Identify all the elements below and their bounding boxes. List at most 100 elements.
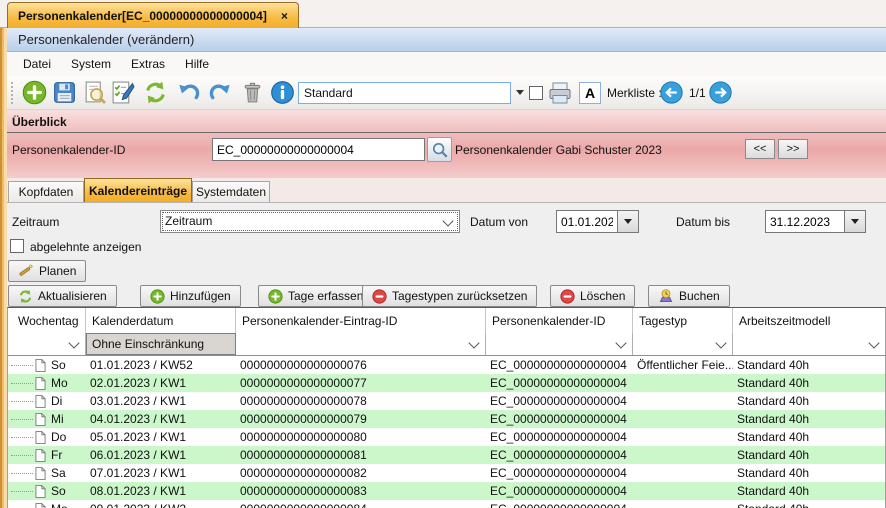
table-row[interactable]: Di03.01.2023 / KW10000000000000000078EC_… xyxy=(8,392,885,410)
cell-kalenderdatum: 02.01.2023 / KW1 xyxy=(86,374,236,392)
cell-tagestyp xyxy=(633,500,733,508)
table-row[interactable]: Mo02.01.2023 / KW10000000000000000077EC_… xyxy=(8,374,885,392)
redo-icon[interactable] xyxy=(207,80,232,105)
filter-arbeitszeitmodell-dropdown[interactable] xyxy=(733,333,885,355)
personenkalender-id-input[interactable] xyxy=(212,138,425,161)
save-icon[interactable] xyxy=(52,80,77,105)
tree-branch xyxy=(11,473,33,474)
info-icon[interactable] xyxy=(270,80,295,105)
tage-erfassen-button[interactable]: Tage erfassen xyxy=(258,285,373,307)
filter-kalenderdatum-dropdown[interactable]: Ohne Einschränkung xyxy=(86,333,236,355)
view-combobox[interactable]: Standard xyxy=(298,82,511,104)
cell-weekday: Fr xyxy=(51,446,62,464)
merkliste-prev-icon[interactable] xyxy=(660,81,683,104)
new-icon[interactable] xyxy=(22,80,47,105)
column-header-arbeitszeitmodell[interactable]: Arbeitszeitmodell xyxy=(733,308,885,333)
cell-arbeitszeitmodell: Standard 40h xyxy=(733,392,885,410)
cell-arbeitszeitmodell: Standard 40h xyxy=(733,428,885,446)
overview-title: Überblick xyxy=(12,115,67,129)
cell-arbeitszeitmodell: Standard 40h xyxy=(733,464,885,482)
table-row[interactable]: Do05.01.2023 / KW10000000000000000080EC_… xyxy=(8,428,885,446)
datum-bis-dropdown-button[interactable] xyxy=(844,210,866,233)
loeschen-button[interactable]: Löschen xyxy=(550,285,635,307)
cell-personenkalender-id: EC_00000000000000004 xyxy=(486,374,633,392)
datum-von-dropdown-button[interactable] xyxy=(617,210,639,233)
column-header-wochentag[interactable]: Wochentag xyxy=(8,308,86,333)
buchen-label: Buchen xyxy=(679,289,720,303)
refresh-icon xyxy=(18,289,33,304)
chevron-down-icon xyxy=(868,337,879,348)
menu-datei[interactable]: Datei xyxy=(13,53,61,75)
zeitraum-dropdown[interactable]: Zeitraum xyxy=(160,210,460,233)
tagestypen-zuruecksetzen-label: Tagestypen zurücksetzen xyxy=(392,289,527,303)
buchen-button[interactable]: Buchen xyxy=(648,285,730,307)
column-header-tagestyp[interactable]: Tagestyp xyxy=(633,308,733,333)
cell-eintrag-id: 0000000000000000080 xyxy=(236,428,486,446)
tagestypen-zuruecksetzen-button[interactable]: Tagestypen zurücksetzen xyxy=(362,285,537,307)
tree-branch xyxy=(11,491,33,492)
hinzufuegen-button[interactable]: Hinzufügen xyxy=(140,285,241,307)
datum-bis-input[interactable] xyxy=(765,210,845,233)
view-combobox-arrow-icon[interactable] xyxy=(516,90,524,95)
triangle-down-icon xyxy=(624,219,632,224)
cell-personenkalender-id: EC_00000000000000004 xyxy=(486,482,633,500)
document-tab[interactable]: Personenkalender[EC_00000000000000004] × xyxy=(7,2,299,28)
record-next-button[interactable]: >> xyxy=(778,139,808,159)
edit-icon[interactable] xyxy=(110,80,135,105)
datum-von-input[interactable] xyxy=(556,210,618,233)
merkliste-position: 1/1 xyxy=(689,86,706,100)
refresh-icon[interactable] xyxy=(143,80,168,105)
print-preview-icon[interactable] xyxy=(82,80,107,105)
filter-tagestyp-dropdown[interactable] xyxy=(633,333,733,355)
cell-eintrag-id: 0000000000000000083 xyxy=(236,482,486,500)
stamp-icon xyxy=(658,288,674,304)
font-format-icon[interactable]: A xyxy=(579,82,601,104)
merkliste-next-icon[interactable] xyxy=(709,81,732,104)
close-icon[interactable]: × xyxy=(281,9,288,23)
column-header-personenkalender-id[interactable]: Personenkalender-ID xyxy=(486,308,633,333)
undo-icon[interactable] xyxy=(177,80,202,105)
print-checkbox[interactable] xyxy=(529,86,543,100)
menu-system[interactable]: System xyxy=(61,53,121,75)
tree-branch xyxy=(11,419,33,420)
printer-icon[interactable] xyxy=(547,81,573,105)
plus-icon xyxy=(268,289,283,304)
filter-personenkalender-id-dropdown[interactable] xyxy=(486,333,633,355)
chevron-down-icon xyxy=(442,215,453,226)
table-row[interactable]: Fr06.01.2023 / KW10000000000000000081EC_… xyxy=(8,446,885,464)
cell-tagestyp xyxy=(633,428,733,446)
search-button[interactable] xyxy=(427,137,452,162)
filter-eintrag-id-dropdown[interactable] xyxy=(236,333,486,355)
loeschen-label: Löschen xyxy=(580,289,625,303)
personenkalender-id-label: Personenkalender-ID xyxy=(12,143,125,157)
table-row[interactable]: Mo09.01.2023 / KW20000000000000000084EC_… xyxy=(8,500,885,508)
table-row[interactable]: Mi04.01.2023 / KW10000000000000000079EC_… xyxy=(8,410,885,428)
delete-icon[interactable] xyxy=(240,80,265,105)
datum-von-label: Datum von xyxy=(470,215,528,229)
record-prev-button[interactable]: << xyxy=(745,139,775,159)
menu-extras[interactable]: Extras xyxy=(121,53,175,75)
document-icon xyxy=(35,467,46,480)
cell-kalenderdatum: 06.01.2023 / KW1 xyxy=(86,446,236,464)
plus-icon xyxy=(150,289,165,304)
table-row[interactable]: So01.01.2023 / KW520000000000000000076EC… xyxy=(8,356,885,374)
cell-personenkalender-id: EC_00000000000000004 xyxy=(486,428,633,446)
menu-hilfe[interactable]: Hilfe xyxy=(175,53,219,75)
menu-bar: Datei System Extras Hilfe xyxy=(7,52,886,76)
document-icon xyxy=(35,413,46,426)
table-row[interactable]: Sa07.01.2023 / KW10000000000000000082EC_… xyxy=(8,464,885,482)
aktualisieren-button[interactable]: Aktualisieren xyxy=(8,285,117,307)
filter-wochentag-dropdown[interactable] xyxy=(8,333,86,355)
planen-button[interactable]: Planen xyxy=(8,260,86,282)
tree-branch xyxy=(11,437,33,438)
table-row[interactable]: So08.01.2023 / KW10000000000000000083EC_… xyxy=(8,482,885,500)
abgelehnte-checkbox[interactable] xyxy=(10,239,24,253)
tab-systemdaten[interactable]: Systemdaten xyxy=(192,181,270,202)
tab-kopfdaten[interactable]: Kopfdaten xyxy=(8,181,84,202)
application-window: Personenkalender[EC_00000000000000004] ×… xyxy=(0,0,886,508)
column-header-eintrag-id[interactable]: Personenkalender-Eintrag-ID xyxy=(236,308,486,333)
column-header-kalenderdatum[interactable]: Kalenderdatum xyxy=(86,308,236,333)
cell-arbeitszeitmodell: Standard 40h xyxy=(733,500,885,508)
cell-arbeitszeitmodell: Standard 40h xyxy=(733,446,885,464)
tab-kalendereintraege[interactable]: Kalendereinträge xyxy=(84,178,192,202)
